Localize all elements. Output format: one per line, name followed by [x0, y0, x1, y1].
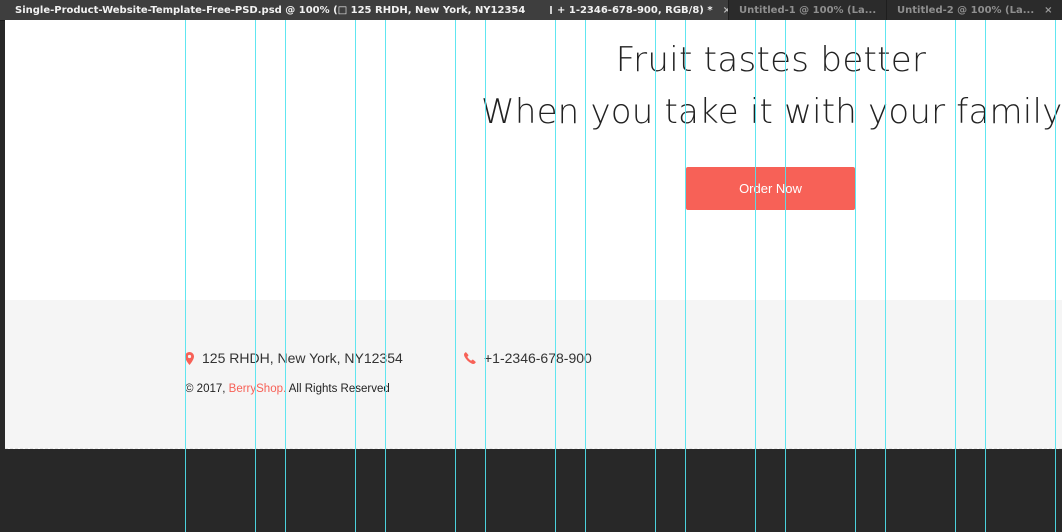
copyright-prefix: © 2017, — [185, 383, 229, 395]
tab-label: + 1-2346-678-900, RGB/8) * — [557, 4, 713, 16]
copyright-suffix: All Rights Reserved — [286, 383, 390, 395]
document-canvas[interactable]: Fruit tastes better When you take it wit… — [5, 20, 1062, 532]
close-icon[interactable]: × — [1044, 5, 1052, 16]
footer-phone: +1-2346-678-900 — [464, 350, 592, 366]
footer-address: 125 RHDH, New York, NY12354 — [185, 350, 403, 366]
brand-link[interactable]: BerryShop. — [229, 383, 287, 395]
tab-untitled-1[interactable]: Untitled-1 @ 100% (La... × — [728, 0, 886, 20]
map-marker-icon — [185, 351, 194, 365]
phone-text: +1-2346-678-900 — [484, 350, 592, 366]
address-text: 125 RHDH, New York, NY12354 — [202, 350, 403, 366]
layer-box-icon — [550, 6, 552, 14]
copyright-text: © 2017, BerryShop. All Rights Reserved — [185, 383, 390, 395]
hero-section: Fruit tastes better When you take it wit… — [5, 20, 1062, 300]
pasteboard-area — [5, 449, 1062, 532]
tab-label: Untitled-1 @ 100% (La... — [739, 4, 877, 16]
tab-untitled-2[interactable]: Untitled-2 @ 100% (La... × — [886, 0, 1062, 20]
tab-label: Single-Product-Website-Template-Free-PSD… — [15, 4, 526, 16]
document-tab-bar: Single-Product-Website-Template-Free-PSD… — [0, 0, 1062, 21]
footer-section: 125 RHDH, New York, NY12354 +1-2346-678-… — [5, 300, 1062, 448]
hero-heading-line2: When you take it with your family — [481, 92, 1062, 132]
tab-single-product-psd-continued[interactable]: + 1-2346-678-900, RGB/8) * × — [540, 0, 728, 20]
tab-label: Untitled-2 @ 100% (La... — [897, 4, 1035, 16]
order-now-button[interactable]: Order Now — [686, 167, 855, 210]
hero-heading-line1: Fruit tastes better — [615, 40, 927, 80]
tab-single-product-psd[interactable]: Single-Product-Website-Template-Free-PSD… — [0, 0, 540, 20]
phone-icon — [464, 352, 476, 364]
